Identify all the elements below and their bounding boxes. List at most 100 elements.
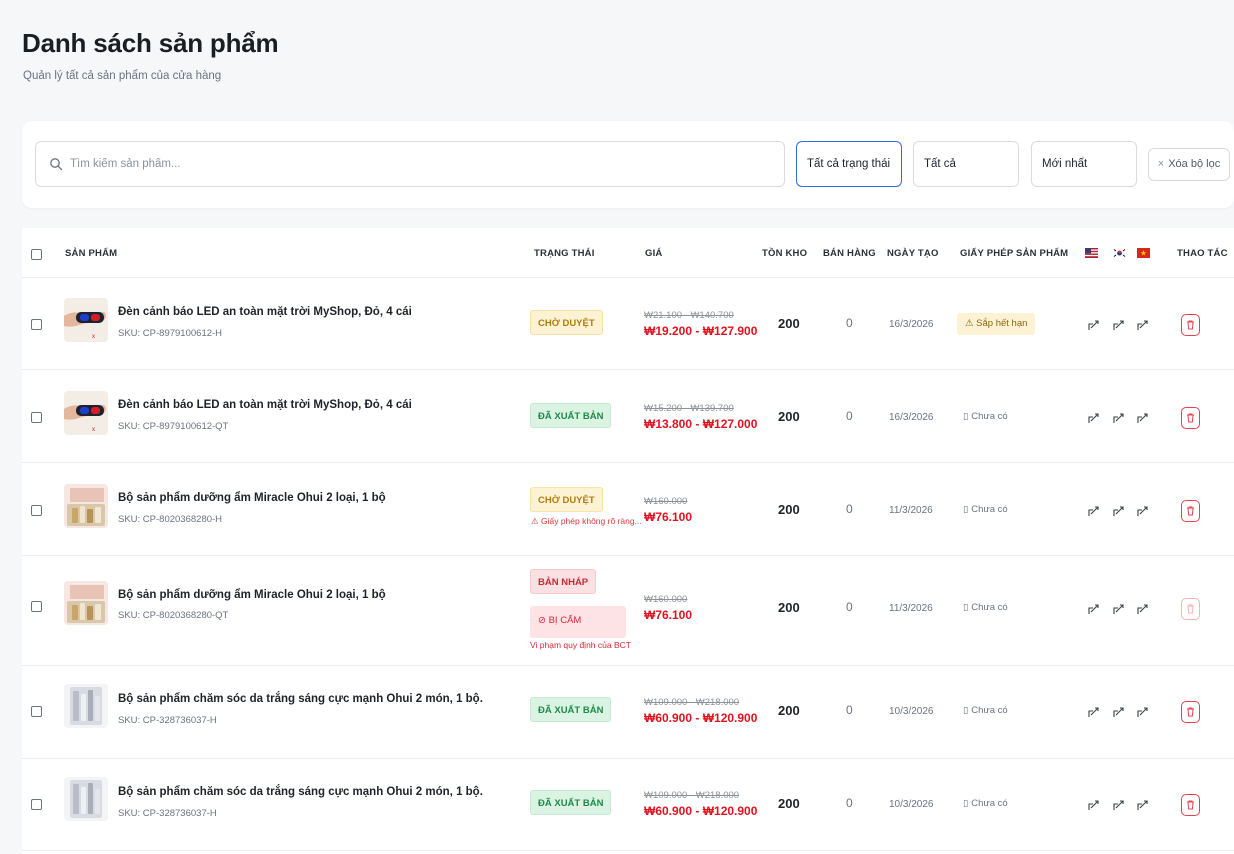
license-status-label: Chưa có xyxy=(971,602,1008,613)
product-name[interactable]: Bộ sản phẩm dưỡng ẩm Miracle Ohui 2 loại… xyxy=(118,492,386,504)
product-thumbnail xyxy=(64,484,108,528)
stock-count: 200 xyxy=(778,600,800,615)
product-sku: SKU: CP-8020368280-H xyxy=(118,514,223,525)
svg-text:x: x xyxy=(92,427,95,433)
price-original: ₩21.100 - ₩140.700 xyxy=(644,310,734,321)
sold-count: 0 xyxy=(846,703,853,717)
edit-kr-icon[interactable] xyxy=(1113,506,1124,517)
created-date: 16/3/2026 xyxy=(889,319,934,330)
product-name[interactable]: Đèn cảnh báo LED an toàn mặt trời MyShop… xyxy=(118,306,412,318)
product-sku: SKU: CP-328736037-H xyxy=(118,715,217,726)
stock-count: 200 xyxy=(778,703,800,718)
price-sale: ₩13.800 - ₩127.000 xyxy=(644,417,758,431)
price-original: ₩160.000 xyxy=(644,594,688,605)
license-status: ▯ Chưa có xyxy=(963,798,1008,809)
col-status: TRẠNG THÁI xyxy=(534,248,595,259)
select-all-checkbox[interactable] xyxy=(31,249,42,260)
edit-kr-icon[interactable] xyxy=(1113,413,1124,424)
edit-vn-icon[interactable] xyxy=(1137,320,1148,331)
license-status-label: Chưa có xyxy=(971,411,1008,422)
price-original: ₩109.000 - ₩218.000 xyxy=(644,697,740,708)
page-subtitle: Quản lý tất cả sản phẩm của cửa hàng xyxy=(23,70,222,82)
edit-us-icon[interactable] xyxy=(1088,707,1099,718)
status-filter-select[interactable]: Tất cả trạng thái xyxy=(796,141,902,187)
row-checkbox[interactable] xyxy=(31,799,42,810)
search-box[interactable] xyxy=(35,141,785,187)
table-header: SẢN PHẨM TRẠNG THÁI GIÁ TỒN KHO BÁN HÀNG… xyxy=(22,228,1234,278)
row-checkbox[interactable] xyxy=(31,319,42,330)
delete-button[interactable] xyxy=(1181,314,1200,336)
col-stock: TỒN KHO xyxy=(762,248,808,259)
search-input[interactable] xyxy=(70,152,770,176)
sold-count: 0 xyxy=(846,409,853,423)
edit-vn-icon[interactable] xyxy=(1137,604,1148,615)
table-row[interactable]: Bộ sản phẩm chăm sóc da trắng sáng cực m… xyxy=(22,666,1234,759)
vn-flag-icon xyxy=(1137,248,1150,258)
delete-button-disabled xyxy=(1181,598,1200,620)
license-status-label: Chưa có xyxy=(971,705,1008,716)
trash-icon xyxy=(1187,413,1194,423)
col-license: GIẤY PHÉP SẢN PHẨM xyxy=(960,248,1069,259)
status-warning-note: ⚠ Giấy phép không rõ ràng... xyxy=(531,516,642,526)
status-badge: ĐÃ XUẤT BẢN xyxy=(530,790,612,815)
edit-us-icon[interactable] xyxy=(1088,800,1099,811)
edit-kr-icon[interactable] xyxy=(1113,800,1124,811)
table-row[interactable]: x Đèn cảnh báo LED an toàn mặt trời MySh… xyxy=(22,278,1234,370)
product-thumbnail: x xyxy=(64,298,108,342)
license-icon: ▯ xyxy=(963,602,969,613)
license-icon: ▯ xyxy=(963,504,969,515)
table-row[interactable]: Bộ sản phẩm dưỡng ẩm Miracle Ohui 2 loại… xyxy=(22,556,1234,666)
edit-us-icon[interactable] xyxy=(1088,320,1099,331)
page-title: Danh sách sản phẩm xyxy=(22,28,279,58)
trash-icon xyxy=(1187,320,1194,330)
price-sale: ₩76.100 xyxy=(644,608,693,622)
edit-kr-icon[interactable] xyxy=(1113,320,1124,331)
delete-button[interactable] xyxy=(1181,407,1200,429)
created-date: 10/3/2026 xyxy=(889,706,934,717)
edit-vn-icon[interactable] xyxy=(1137,413,1148,424)
edit-us-icon[interactable] xyxy=(1088,413,1099,424)
row-checkbox[interactable] xyxy=(31,706,42,717)
sort-select[interactable]: Mới nhất xyxy=(1031,141,1137,187)
product-name[interactable]: Đèn cảnh báo LED an toàn mặt trời MyShop… xyxy=(118,399,412,411)
clear-filters-button[interactable]: × Xóa bộ lọc xyxy=(1148,148,1230,181)
trash-icon xyxy=(1187,800,1194,810)
stock-count: 200 xyxy=(778,316,800,331)
edit-us-icon[interactable] xyxy=(1088,506,1099,517)
table-row[interactable]: x Đèn cảnh báo LED an toàn mặt trời MySh… xyxy=(22,370,1234,463)
edit-kr-icon[interactable] xyxy=(1113,604,1124,615)
delete-button[interactable] xyxy=(1181,701,1200,723)
created-date: 11/3/2026 xyxy=(889,505,933,516)
product-name[interactable]: Bộ sản phẩm chăm sóc da trắng sáng cực m… xyxy=(118,693,483,705)
category-filter-select[interactable]: Tất cả xyxy=(913,141,1019,187)
product-name[interactable]: Bộ sản phẩm chăm sóc da trắng sáng cực m… xyxy=(118,786,483,798)
product-list-page: Danh sách sản phẩm Quản lý tất cả sản ph… xyxy=(0,0,1234,854)
col-product: SẢN PHẨM xyxy=(65,248,118,259)
row-checkbox[interactable] xyxy=(31,601,42,612)
status-badge: ĐÃ XUẤT BẢN xyxy=(530,403,612,428)
row-checkbox[interactable] xyxy=(31,412,42,423)
edit-us-icon[interactable] xyxy=(1088,604,1099,615)
stock-count: 200 xyxy=(778,502,800,517)
row-checkbox[interactable] xyxy=(31,505,42,516)
delete-button[interactable] xyxy=(1181,500,1200,522)
kr-flag-icon xyxy=(1113,248,1126,258)
product-name[interactable]: Bộ sản phẩm dưỡng ẩm Miracle Ohui 2 loại… xyxy=(118,589,386,601)
us-flag-icon xyxy=(1085,248,1098,258)
license-icon: ▯ xyxy=(963,411,969,422)
edit-vn-icon[interactable] xyxy=(1137,707,1148,718)
table-row[interactable]: Bộ sản phẩm chăm sóc da trắng sáng cực m… xyxy=(22,759,1234,851)
delete-button[interactable] xyxy=(1181,794,1200,816)
edit-vn-icon[interactable] xyxy=(1137,506,1148,517)
license-status: ⚠ Sắp hết hạn xyxy=(957,313,1036,335)
search-icon xyxy=(50,158,63,171)
banned-reason: Vi phạm quy định của BCT xyxy=(530,640,631,650)
table-row[interactable]: Bộ sản phẩm dưỡng ẩm Miracle Ohui 2 loại… xyxy=(22,463,1234,556)
edit-vn-icon[interactable] xyxy=(1137,800,1148,811)
license-icon: ▯ xyxy=(963,798,969,809)
status-badge: CHỜ DUYỆT xyxy=(530,487,603,512)
sold-count: 0 xyxy=(846,600,853,614)
sold-count: 0 xyxy=(846,502,853,516)
edit-kr-icon[interactable] xyxy=(1113,707,1124,718)
product-thumbnail xyxy=(64,684,108,728)
